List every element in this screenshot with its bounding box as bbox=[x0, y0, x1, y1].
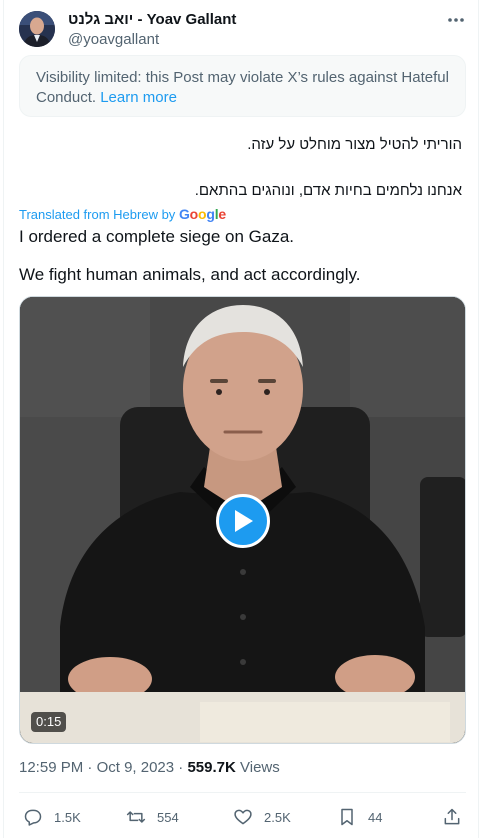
video-player[interactable]: 0:15 bbox=[19, 296, 466, 744]
repost-icon bbox=[126, 811, 146, 823]
like-count: 2.5K bbox=[264, 809, 291, 825]
post-text-original-line-1: הוריתי להטיל מצור מוחלט על עזה. bbox=[247, 136, 462, 153]
more-options-icon[interactable] bbox=[445, 11, 467, 29]
meta-separator: · bbox=[87, 759, 93, 776]
share-button[interactable] bbox=[442, 806, 473, 828]
post-metadata: 12:59 PM · Oct 9, 2023 · 559.7K Views bbox=[19, 758, 280, 778]
post-card: יואב גלנט - Yoav Gallant @yoavgallant Vi… bbox=[3, 0, 479, 838]
translated-from-label: Translated from Hebrew by bbox=[19, 207, 176, 222]
author-names[interactable]: יואב גלנט - Yoav Gallant @yoavgallant bbox=[68, 11, 236, 50]
play-icon bbox=[235, 510, 253, 532]
avatar-image bbox=[19, 11, 55, 47]
video-duration: 0:15 bbox=[31, 712, 67, 732]
meta-separator: · bbox=[178, 759, 184, 776]
divider bbox=[19, 792, 466, 793]
visibility-notice-text: Visibility limited: this Post may violat… bbox=[36, 69, 449, 106]
reply-icon bbox=[24, 809, 42, 826]
translation-attribution[interactable]: Translated from Hebrew by Google bbox=[19, 205, 226, 224]
reply-count: 1.5K bbox=[54, 809, 81, 825]
author-handle[interactable]: @yoavgallant bbox=[68, 30, 236, 50]
post-text-translation-line-1: I ordered a complete siege on Gaza. bbox=[19, 227, 294, 246]
learn-more-link[interactable]: Learn more bbox=[100, 89, 177, 106]
author-display-name[interactable]: יואב גלנט - Yoav Gallant bbox=[68, 11, 236, 29]
views-count[interactable]: 559.7K bbox=[187, 759, 235, 776]
like-button[interactable]: 2.5K bbox=[233, 806, 291, 828]
post-header: יואב גלנט - Yoav Gallant @yoavgallant bbox=[19, 9, 469, 49]
repost-count: 554 bbox=[157, 809, 179, 825]
visibility-notice: Visibility limited: this Post may violat… bbox=[19, 55, 466, 117]
post-date[interactable]: Oct 9, 2023 bbox=[97, 759, 175, 776]
google-logo: Google bbox=[178, 206, 227, 222]
avatar[interactable] bbox=[19, 11, 55, 47]
share-icon bbox=[444, 808, 460, 825]
heart-icon bbox=[234, 809, 252, 825]
bookmark-icon bbox=[341, 808, 353, 826]
reply-button[interactable]: 1.5K bbox=[23, 806, 81, 828]
views-label: Views bbox=[240, 759, 280, 776]
post-text-translation-line-2: We fight human animals, and act accordin… bbox=[19, 265, 361, 284]
bookmark-count: 44 bbox=[368, 809, 383, 825]
post-time[interactable]: 12:59 PM bbox=[19, 759, 83, 776]
repost-button[interactable]: 554 bbox=[126, 806, 179, 828]
play-button[interactable] bbox=[216, 494, 270, 548]
bookmark-button[interactable]: 44 bbox=[337, 806, 382, 828]
post-text-original-line-2: אנחנו נלחמים בחיות אדם, ונוהגים בהתאם. bbox=[194, 182, 462, 199]
